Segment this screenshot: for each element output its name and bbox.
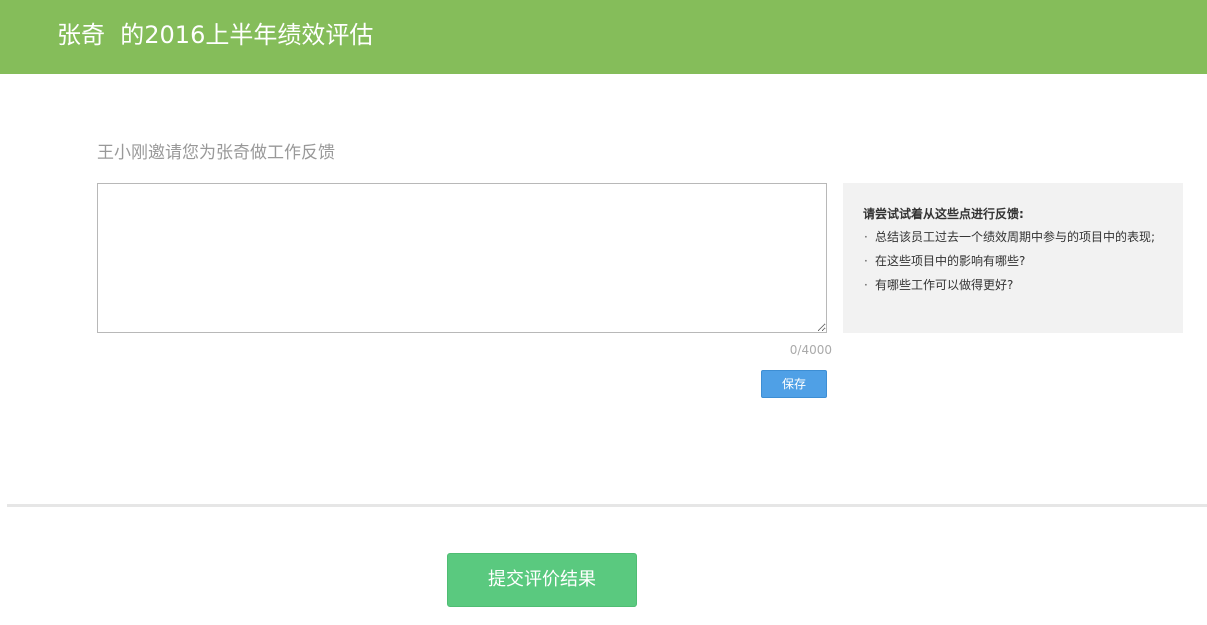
bullet-icon: · (864, 254, 868, 268)
bullet-icon: · (864, 230, 868, 244)
tips-list-item: · 有哪些工作可以做得更好? (863, 276, 1171, 294)
tips-list: · 总结该员工过去一个绩效周期中参与的项目中的表现; · 在这些项目中的影响有哪… (863, 228, 1171, 294)
page-header: 张奇 的2016上半年绩效评估 (0, 0, 1207, 74)
invitation-text: 王小刚邀请您为张奇做工作反馈 (97, 143, 335, 163)
character-counter: 0/4000 (789, 343, 832, 357)
bullet-icon: · (864, 278, 868, 292)
tips-item-text: 总结该员工过去一个绩效周期中参与的项目中的表现; (875, 230, 1156, 244)
feedback-tips-panel: 请尝试试着从这些点进行反馈: · 总结该员工过去一个绩效周期中参与的项目中的表现… (843, 183, 1183, 333)
submit-evaluation-button[interactable]: 提交评价结果 (447, 553, 637, 607)
tips-item-text: 在这些项目中的影响有哪些? (875, 254, 1026, 268)
feedback-textarea[interactable] (97, 183, 827, 333)
tips-title: 请尝试试着从这些点进行反馈: (863, 207, 1024, 221)
tips-item-text: 有哪些工作可以做得更好? (875, 278, 1014, 292)
save-button[interactable]: 保存 (761, 370, 827, 398)
tips-list-item: · 在这些项目中的影响有哪些? (863, 252, 1171, 270)
page-title: 张奇 的2016上半年绩效评估 (57, 21, 374, 49)
section-divider (7, 504, 1207, 507)
tips-list-item: · 总结该员工过去一个绩效周期中参与的项目中的表现; (863, 228, 1171, 246)
